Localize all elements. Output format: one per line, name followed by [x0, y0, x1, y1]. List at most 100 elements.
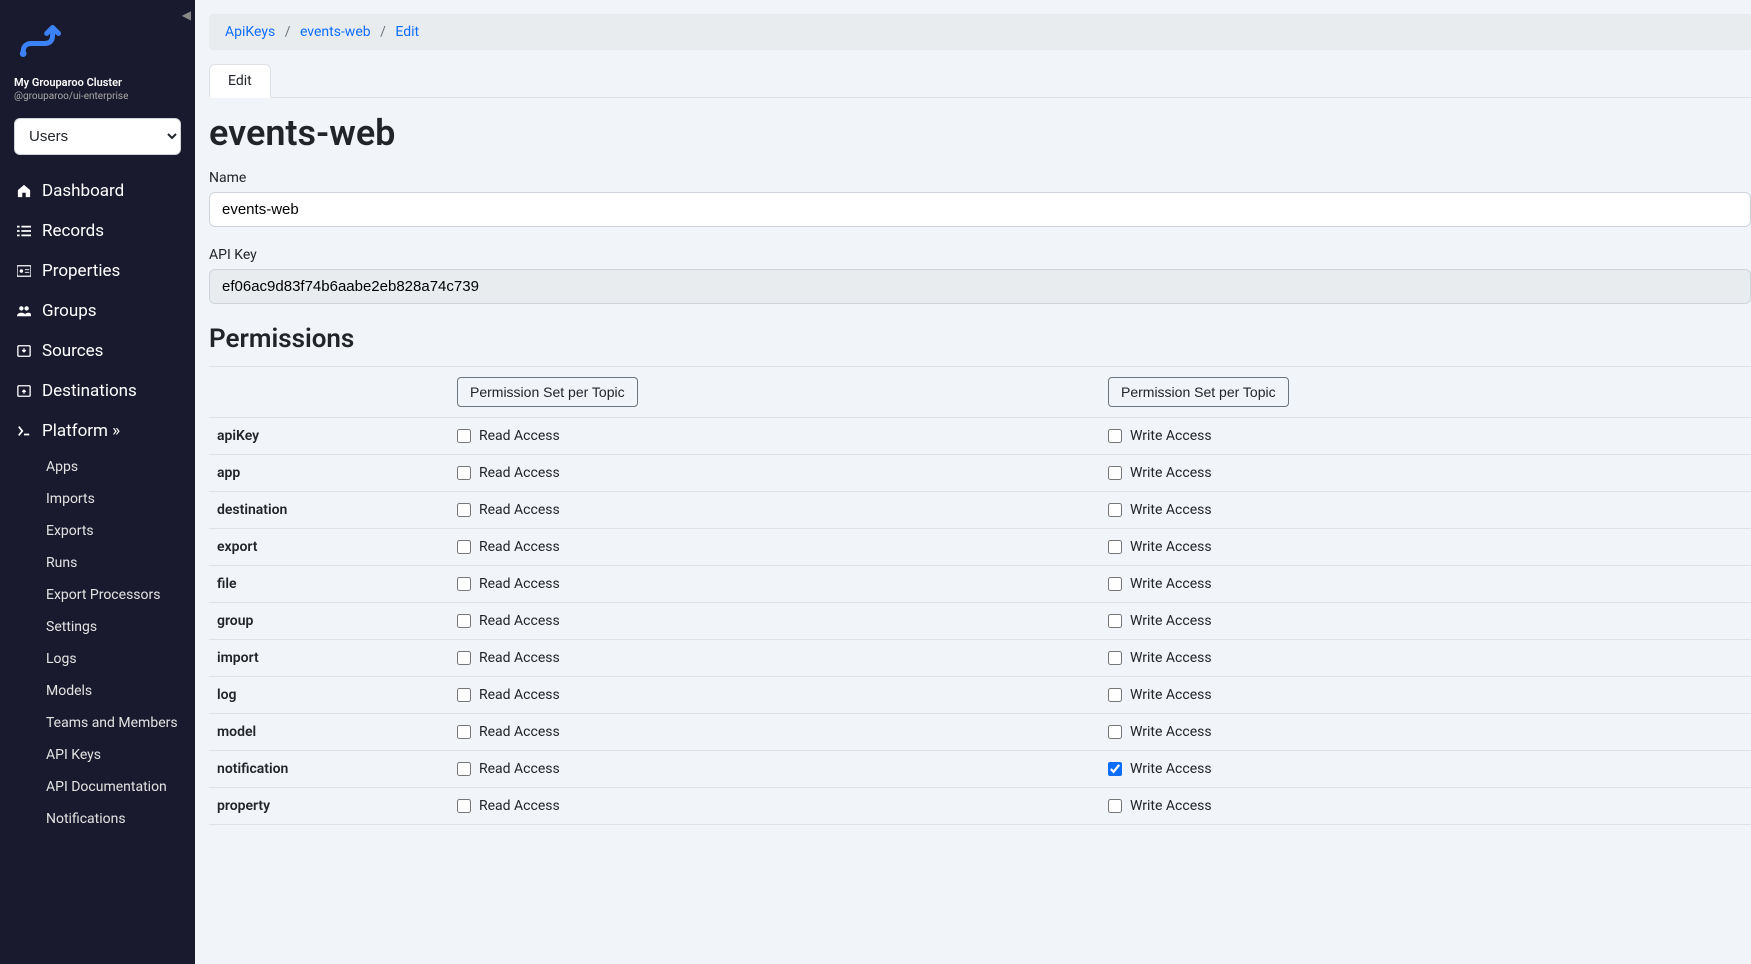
permissions-heading: Permissions [209, 324, 1751, 354]
write-access-checkbox[interactable] [1108, 799, 1122, 813]
package-name: @grouparoo/ui-enterprise [0, 89, 195, 118]
breadcrumb-sep: / [380, 24, 386, 40]
read-access-checkbox[interactable] [457, 725, 471, 739]
permission-topic: import [209, 640, 449, 677]
write-access-checkbox[interactable] [1108, 466, 1122, 480]
write-access-checkbox[interactable] [1108, 503, 1122, 517]
breadcrumb-current[interactable]: Edit [395, 24, 419, 40]
breadcrumb: ApiKeys / events-web / Edit [209, 14, 1751, 50]
nav-dashboard[interactable]: Dashboard [4, 171, 191, 211]
subnav-api-docs[interactable]: API Documentation [4, 771, 191, 803]
write-access-label: Write Access [1130, 687, 1212, 703]
read-access-checkbox[interactable] [457, 614, 471, 628]
download-icon [14, 344, 34, 358]
permission-topic: app [209, 455, 449, 492]
subnav-logs[interactable]: Logs [4, 643, 191, 675]
permission-topic: destination [209, 492, 449, 529]
model-select[interactable]: Users [14, 118, 181, 155]
read-access-checkbox[interactable] [457, 466, 471, 480]
write-access-label: Write Access [1130, 428, 1212, 444]
tab-edit[interactable]: Edit [209, 64, 271, 98]
read-access-label: Read Access [479, 687, 560, 703]
read-access-label: Read Access [479, 465, 560, 481]
write-access-checkbox[interactable] [1108, 762, 1122, 776]
permission-row: modelRead AccessWrite Access [209, 714, 1751, 751]
subnav-teams-members[interactable]: Teams and Members [4, 707, 191, 739]
apikey-input[interactable] [209, 269, 1751, 304]
breadcrumb-link-events-web[interactable]: events-web [300, 24, 371, 40]
write-access-checkbox[interactable] [1108, 577, 1122, 591]
nav-records[interactable]: Records [4, 211, 191, 251]
write-access-label: Write Access [1130, 539, 1212, 555]
permission-row: propertyRead AccessWrite Access [209, 788, 1751, 825]
read-access-label: Read Access [479, 539, 560, 555]
write-access-label: Write Access [1130, 650, 1212, 666]
apikey-label: API Key [209, 247, 1751, 263]
read-access-checkbox[interactable] [457, 503, 471, 517]
read-access-checkbox[interactable] [457, 762, 471, 776]
read-access-checkbox[interactable] [457, 651, 471, 665]
write-access-label: Write Access [1130, 724, 1212, 740]
permission-row: notification Read Access Write Access [209, 751, 1751, 788]
read-access-checkbox[interactable] [457, 688, 471, 702]
name-label: Name [209, 170, 1751, 186]
write-access-label: Write Access [1130, 576, 1212, 592]
sidebar-collapse-icon[interactable]: ◀ [182, 8, 191, 22]
nav-properties[interactable]: Properties [4, 251, 191, 291]
id-card-icon [14, 264, 34, 278]
terminal-icon [14, 424, 34, 438]
subnav-export-processors[interactable]: Export Processors [4, 579, 191, 611]
write-access-checkbox[interactable] [1108, 651, 1122, 665]
subnav-api-keys[interactable]: API Keys [4, 739, 191, 771]
subnav-runs[interactable]: Runs [4, 547, 191, 579]
read-access-checkbox[interactable] [457, 429, 471, 443]
read-access-checkbox[interactable] [457, 540, 471, 554]
sidebar: ◀ My Grouparoo Cluster @grouparoo/ui-ent… [0, 0, 195, 964]
users-icon [14, 304, 34, 318]
permission-row: fileRead AccessWrite Access [209, 566, 1751, 603]
nav-platform[interactable]: Platform » [4, 411, 191, 451]
logo[interactable] [0, 0, 195, 76]
write-access-checkbox[interactable] [1108, 725, 1122, 739]
write-access-checkbox[interactable] [1108, 429, 1122, 443]
read-access-label: Read Access [479, 502, 560, 518]
subnav-imports[interactable]: Imports [4, 483, 191, 515]
read-access-checkbox[interactable] [457, 577, 471, 591]
subnav-apps[interactable]: Apps [4, 451, 191, 483]
name-input[interactable] [209, 192, 1751, 227]
permission-row: destinationRead AccessWrite Access [209, 492, 1751, 529]
permission-row: appRead AccessWrite Access [209, 455, 1751, 492]
breadcrumb-sep: / [285, 24, 291, 40]
read-access-checkbox[interactable] [457, 799, 471, 813]
nav-list: Dashboard Records Properties Groups [0, 171, 195, 835]
nav-label: Records [42, 221, 104, 241]
permission-topic: notification [209, 751, 449, 788]
write-access-checkbox[interactable] [1108, 688, 1122, 702]
read-access-label: Read Access [479, 798, 560, 814]
subnav-models[interactable]: Models [4, 675, 191, 707]
permission-topic: apiKey [209, 418, 449, 455]
permission-row: groupRead AccessWrite Access [209, 603, 1751, 640]
write-access-checkbox[interactable] [1108, 614, 1122, 628]
permission-topic: group [209, 603, 449, 640]
nav-sources[interactable]: Sources [4, 331, 191, 371]
nav-groups[interactable]: Groups [4, 291, 191, 331]
subnav-notifications[interactable]: Notifications [4, 803, 191, 835]
permission-topic: model [209, 714, 449, 751]
cluster-name: My Grouparoo Cluster [0, 76, 195, 89]
permissions-table: Permission Set per Topic Permission Set … [209, 366, 1751, 825]
permission-row: importRead AccessWrite Access [209, 640, 1751, 677]
read-access-label: Read Access [479, 613, 560, 629]
write-access-label: Write Access [1130, 761, 1212, 777]
subnav-exports[interactable]: Exports [4, 515, 191, 547]
subnav-settings[interactable]: Settings [4, 611, 191, 643]
read-permission-set-button[interactable]: Permission Set per Topic [457, 377, 638, 407]
nav-label: Groups [42, 301, 97, 321]
breadcrumb-link-apikeys[interactable]: ApiKeys [225, 24, 275, 40]
nav-destinations[interactable]: Destinations [4, 371, 191, 411]
nav-label: Platform » [42, 421, 120, 441]
read-access-label: Read Access [479, 761, 560, 777]
write-permission-set-button[interactable]: Permission Set per Topic [1108, 377, 1289, 407]
permission-topic: property [209, 788, 449, 825]
write-access-checkbox[interactable] [1108, 540, 1122, 554]
